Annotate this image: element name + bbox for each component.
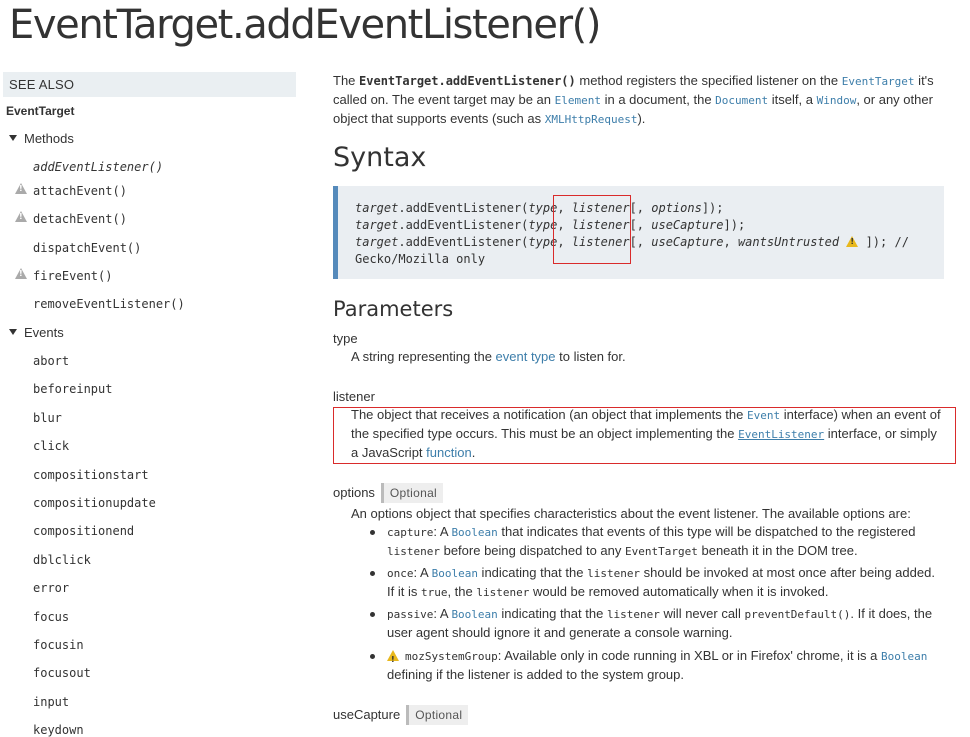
link-boolean[interactable]: Boolean xyxy=(432,567,478,580)
sidebar-event-item[interactable]: beforeinput xyxy=(33,382,112,396)
sidebar-interface-link[interactable]: EventTarget xyxy=(6,104,74,118)
list-item: once: A Boolean indicating that the list… xyxy=(370,564,942,602)
list-item: passive: A Boolean indicating that the l… xyxy=(370,605,942,642)
link-event[interactable]: Event xyxy=(747,409,780,422)
code-line-3: target.addEventListener(type, listener[,… xyxy=(355,235,909,249)
sidebar: SEE ALSO xyxy=(3,72,296,97)
code-line-4: Gecko/Mozilla only xyxy=(355,252,486,266)
page-title: EventTarget.addEventListener() xyxy=(9,2,601,48)
sidebar-event-item[interactable]: focus xyxy=(33,610,69,624)
warning-icon xyxy=(15,183,27,194)
see-also-header: SEE ALSO xyxy=(3,72,296,97)
param-type-term: type xyxy=(333,331,358,346)
param-options-desc: An options object that specifies charact… xyxy=(351,506,911,521)
list-item: capture: A Boolean that indicates that e… xyxy=(370,523,942,561)
sidebar-event-item[interactable]: error xyxy=(33,581,69,595)
syntax-code-block: target.addEventListener(type, listener[,… xyxy=(333,186,944,279)
warning-icon xyxy=(15,211,27,222)
code-line-1: target.addEventListener(type, listener[,… xyxy=(355,201,724,215)
sidebar-events-label: Events xyxy=(24,325,64,340)
link-eventtarget[interactable]: EventTarget xyxy=(842,75,915,88)
sidebar-event-item[interactable]: compositionstart xyxy=(33,468,149,482)
sidebar-event-item[interactable]: focusin xyxy=(33,638,84,652)
parameters-heading: Parameters xyxy=(333,297,454,321)
param-type-desc: A string representing the event type to … xyxy=(351,349,626,364)
sidebar-event-item[interactable]: click xyxy=(33,439,69,453)
link-element[interactable]: Element xyxy=(555,94,601,107)
code-line-2: target.addEventListener(type, listener[,… xyxy=(355,218,746,232)
link-boolean[interactable]: Boolean xyxy=(451,526,497,539)
sidebar-item-removeeventlistener[interactable]: removeEventListener() xyxy=(33,297,185,311)
syntax-heading: Syntax xyxy=(333,142,427,173)
warning-icon xyxy=(387,650,399,669)
sidebar-event-item[interactable]: compositionend xyxy=(33,524,134,538)
link-function[interactable]: function xyxy=(426,445,472,460)
sidebar-methods-label: Methods xyxy=(24,131,74,146)
sidebar-event-item[interactable]: focusout xyxy=(33,666,91,680)
optional-badge: Optional xyxy=(406,705,469,725)
list-item: mozSystemGroup: Available only in code r… xyxy=(370,647,942,684)
sidebar-event-item[interactable]: compositionupdate xyxy=(33,496,156,510)
param-options-term: options Optional xyxy=(333,483,444,503)
link-xmlhttprequest[interactable]: XMLHttpRequest xyxy=(545,113,638,126)
param-listener-desc: The object that receives a notification … xyxy=(351,407,941,460)
sidebar-item-attachevent[interactable]: attachEvent() xyxy=(33,184,127,198)
link-event-type[interactable]: event type xyxy=(496,349,556,364)
link-window[interactable]: Window xyxy=(817,94,857,107)
sidebar-event-item[interactable]: keydown xyxy=(33,723,84,737)
param-usecapture-term: useCapture Optional xyxy=(333,705,469,725)
sidebar-item-addeventlistener[interactable]: addEventListener() xyxy=(33,160,163,174)
optional-badge: Optional xyxy=(380,483,444,503)
method-name: EventTarget.addEventListener() xyxy=(359,74,576,88)
intro-paragraph: The EventTarget.addEventListener() metho… xyxy=(333,73,934,126)
param-listener-term: listener xyxy=(333,389,375,404)
highlight-box-listener xyxy=(553,195,631,264)
chevron-down-icon xyxy=(9,135,17,141)
link-boolean[interactable]: Boolean xyxy=(451,608,497,621)
chevron-down-icon xyxy=(9,329,17,335)
link-document[interactable]: Document xyxy=(715,94,768,107)
warning-icon xyxy=(15,268,27,279)
sidebar-event-item[interactable]: dblclick xyxy=(33,553,91,567)
sidebar-event-item[interactable]: abort xyxy=(33,354,69,368)
sidebar-events-toggle[interactable]: Events xyxy=(9,325,64,340)
sidebar-item-fireevent[interactable]: fireEvent() xyxy=(33,269,112,283)
sidebar-event-item[interactable]: input xyxy=(33,695,69,709)
link-boolean[interactable]: Boolean xyxy=(881,650,927,663)
link-eventlistener[interactable]: EventListener xyxy=(738,428,824,441)
sidebar-item-detachevent[interactable]: detachEvent() xyxy=(33,212,127,226)
sidebar-event-item[interactable]: blur xyxy=(33,411,62,425)
sidebar-methods-toggle[interactable]: Methods xyxy=(9,131,74,146)
sidebar-item-dispatchevent[interactable]: dispatchEvent() xyxy=(33,241,141,255)
warning-icon xyxy=(846,236,859,247)
